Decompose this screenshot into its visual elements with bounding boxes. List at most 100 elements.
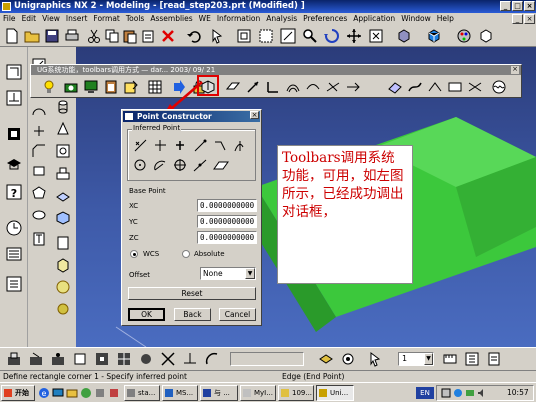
gateway-app-icon[interactable] xyxy=(5,155,23,173)
through-curves-icon[interactable] xyxy=(427,79,443,95)
color-palette-icon[interactable] xyxy=(456,28,472,44)
maximize-button[interactable]: □ xyxy=(512,1,523,11)
menu-information[interactable]: Information xyxy=(214,13,263,25)
yc-field[interactable]: 0.0000000000 xyxy=(197,215,257,228)
sphere-feature-icon-2[interactable] xyxy=(55,301,71,317)
quick-launch-icon-2[interactable] xyxy=(108,387,120,399)
cancel-button[interactable]: Cancel xyxy=(219,308,256,321)
zoom-window-icon[interactable] xyxy=(258,28,274,44)
menu-insert[interactable]: Insert xyxy=(63,13,91,25)
floating-toolbar-title[interactable]: UG系统功能，toolbars调用方式 — dar... 2003/ 09/ 2… xyxy=(31,65,521,75)
drafting-app-icon[interactable] xyxy=(5,89,23,107)
select-filter-icon[interactable] xyxy=(210,28,226,44)
clock-icon[interactable] xyxy=(5,219,23,237)
pocket-feature-icon[interactable] xyxy=(55,209,71,225)
menu-edit[interactable]: Edit xyxy=(19,13,40,25)
zoom-in-out-icon[interactable] xyxy=(280,28,296,44)
preferences-icon[interactable] xyxy=(340,351,356,367)
copy-icon[interactable] xyxy=(104,28,120,44)
shaded-cube-icon[interactable] xyxy=(426,28,442,44)
taskbar-item-ms[interactable]: MS... xyxy=(162,385,198,401)
refresh-view-icon[interactable] xyxy=(368,28,384,44)
csys-icon[interactable] xyxy=(265,79,281,95)
view-orient-icon[interactable] xyxy=(396,28,412,44)
camera-icon[interactable] xyxy=(63,79,79,95)
ie-icon[interactable]: e xyxy=(38,387,50,399)
bridge-curve-icon[interactable] xyxy=(305,79,321,95)
sphere-feature-icon[interactable] xyxy=(55,279,71,295)
polygon-icon[interactable] xyxy=(31,185,47,201)
dialog-title-bar[interactable]: Point Constructor xyxy=(123,111,260,122)
pad-feature-icon[interactable] xyxy=(55,187,71,203)
cylinder-feature-icon[interactable] xyxy=(55,99,71,115)
arc-icon[interactable] xyxy=(31,103,47,119)
point-on-surface-icon[interactable] xyxy=(212,158,229,173)
menu-file[interactable]: File xyxy=(0,13,19,25)
language-indicator[interactable]: EN xyxy=(416,387,434,399)
dialog-close-button[interactable]: × xyxy=(250,111,259,119)
mid-snap-icon[interactable] xyxy=(50,351,66,367)
existing-point-icon[interactable] xyxy=(172,138,189,153)
back-button[interactable]: Back xyxy=(174,308,211,321)
menu-view[interactable]: View xyxy=(39,13,63,25)
control-point-icon[interactable] xyxy=(212,138,229,153)
minimize-button[interactable]: _ xyxy=(500,1,511,11)
new-file-icon[interactable] xyxy=(4,28,20,44)
delete-icon[interactable] xyxy=(160,28,176,44)
desktop-icon[interactable] xyxy=(52,387,64,399)
taskbar-item-myi[interactable]: MyI... xyxy=(240,385,276,401)
measure-icon[interactable] xyxy=(442,351,458,367)
assemblies-app-icon[interactable] xyxy=(5,125,23,143)
reset-button[interactable]: Reset xyxy=(128,287,256,300)
end-snap-icon[interactable] xyxy=(28,351,44,367)
extend-icon[interactable] xyxy=(345,79,361,95)
menu-window[interactable]: Window xyxy=(398,13,434,25)
open-folder-icon[interactable] xyxy=(24,28,40,44)
zoom-icon[interactable] xyxy=(302,28,318,44)
cone-feature-icon[interactable] xyxy=(55,121,71,137)
start-button[interactable]: 开始 xyxy=(1,385,35,401)
vector-icon[interactable] xyxy=(245,79,261,95)
tangent-snap-icon[interactable] xyxy=(182,351,198,367)
point-on-curve-icon[interactable] xyxy=(192,158,209,173)
floating-toolbar-close-button[interactable]: × xyxy=(511,66,519,74)
menu-help[interactable]: Help xyxy=(434,13,457,25)
render-style-icon[interactable] xyxy=(478,28,494,44)
taskbar-item-doc[interactable]: 与 ... xyxy=(200,385,238,401)
close-button[interactable]: × xyxy=(524,1,535,11)
help-icon[interactable]: ? xyxy=(5,183,23,201)
tray-icon-2[interactable] xyxy=(453,388,463,398)
inferred-point-icon[interactable] xyxy=(132,138,149,153)
paste-special-icon[interactable] xyxy=(140,28,156,44)
save-icon[interactable] xyxy=(44,28,60,44)
cube-feature-icon[interactable] xyxy=(55,257,71,273)
existing-point-snap-icon[interactable] xyxy=(138,351,154,367)
chevron-down-icon[interactable]: ▼ xyxy=(245,268,255,279)
screen-icon[interactable] xyxy=(83,79,99,95)
rotate-view-icon[interactable] xyxy=(324,28,340,44)
text-icon[interactable] xyxy=(31,231,47,247)
modeling-app-icon[interactable] xyxy=(5,63,23,81)
menu-format[interactable]: Format xyxy=(90,13,122,25)
point-snap-icon[interactable] xyxy=(6,351,22,367)
cut-icon[interactable] xyxy=(86,28,102,44)
taskbar-item-109[interactable]: 109... xyxy=(278,385,314,401)
intersection-snap-icon[interactable] xyxy=(160,351,176,367)
layer-settings-bottom-icon[interactable] xyxy=(318,351,334,367)
end-point-icon[interactable] xyxy=(192,138,209,153)
sheet-icon[interactable] xyxy=(447,79,463,95)
zc-field[interactable]: 0.0000000000 xyxy=(197,231,257,244)
plane-icon[interactable] xyxy=(225,79,241,95)
report-icon[interactable] xyxy=(486,351,502,367)
menu-assemblies[interactable]: Assemblies xyxy=(147,13,195,25)
doc-close-button[interactable]: × xyxy=(524,14,535,24)
list-icon[interactable] xyxy=(5,275,23,293)
tray-icon-1[interactable] xyxy=(441,388,451,398)
menu-application[interactable]: Application xyxy=(350,13,398,25)
explorer-icon[interactable] xyxy=(66,387,78,399)
taskbar-item-sta[interactable]: sta... xyxy=(124,385,160,401)
arc-center-icon[interactable] xyxy=(132,158,149,173)
sweep-icon[interactable] xyxy=(407,79,423,95)
selection-icon[interactable] xyxy=(368,351,384,367)
menu-analysis[interactable]: Analysis xyxy=(263,13,300,25)
